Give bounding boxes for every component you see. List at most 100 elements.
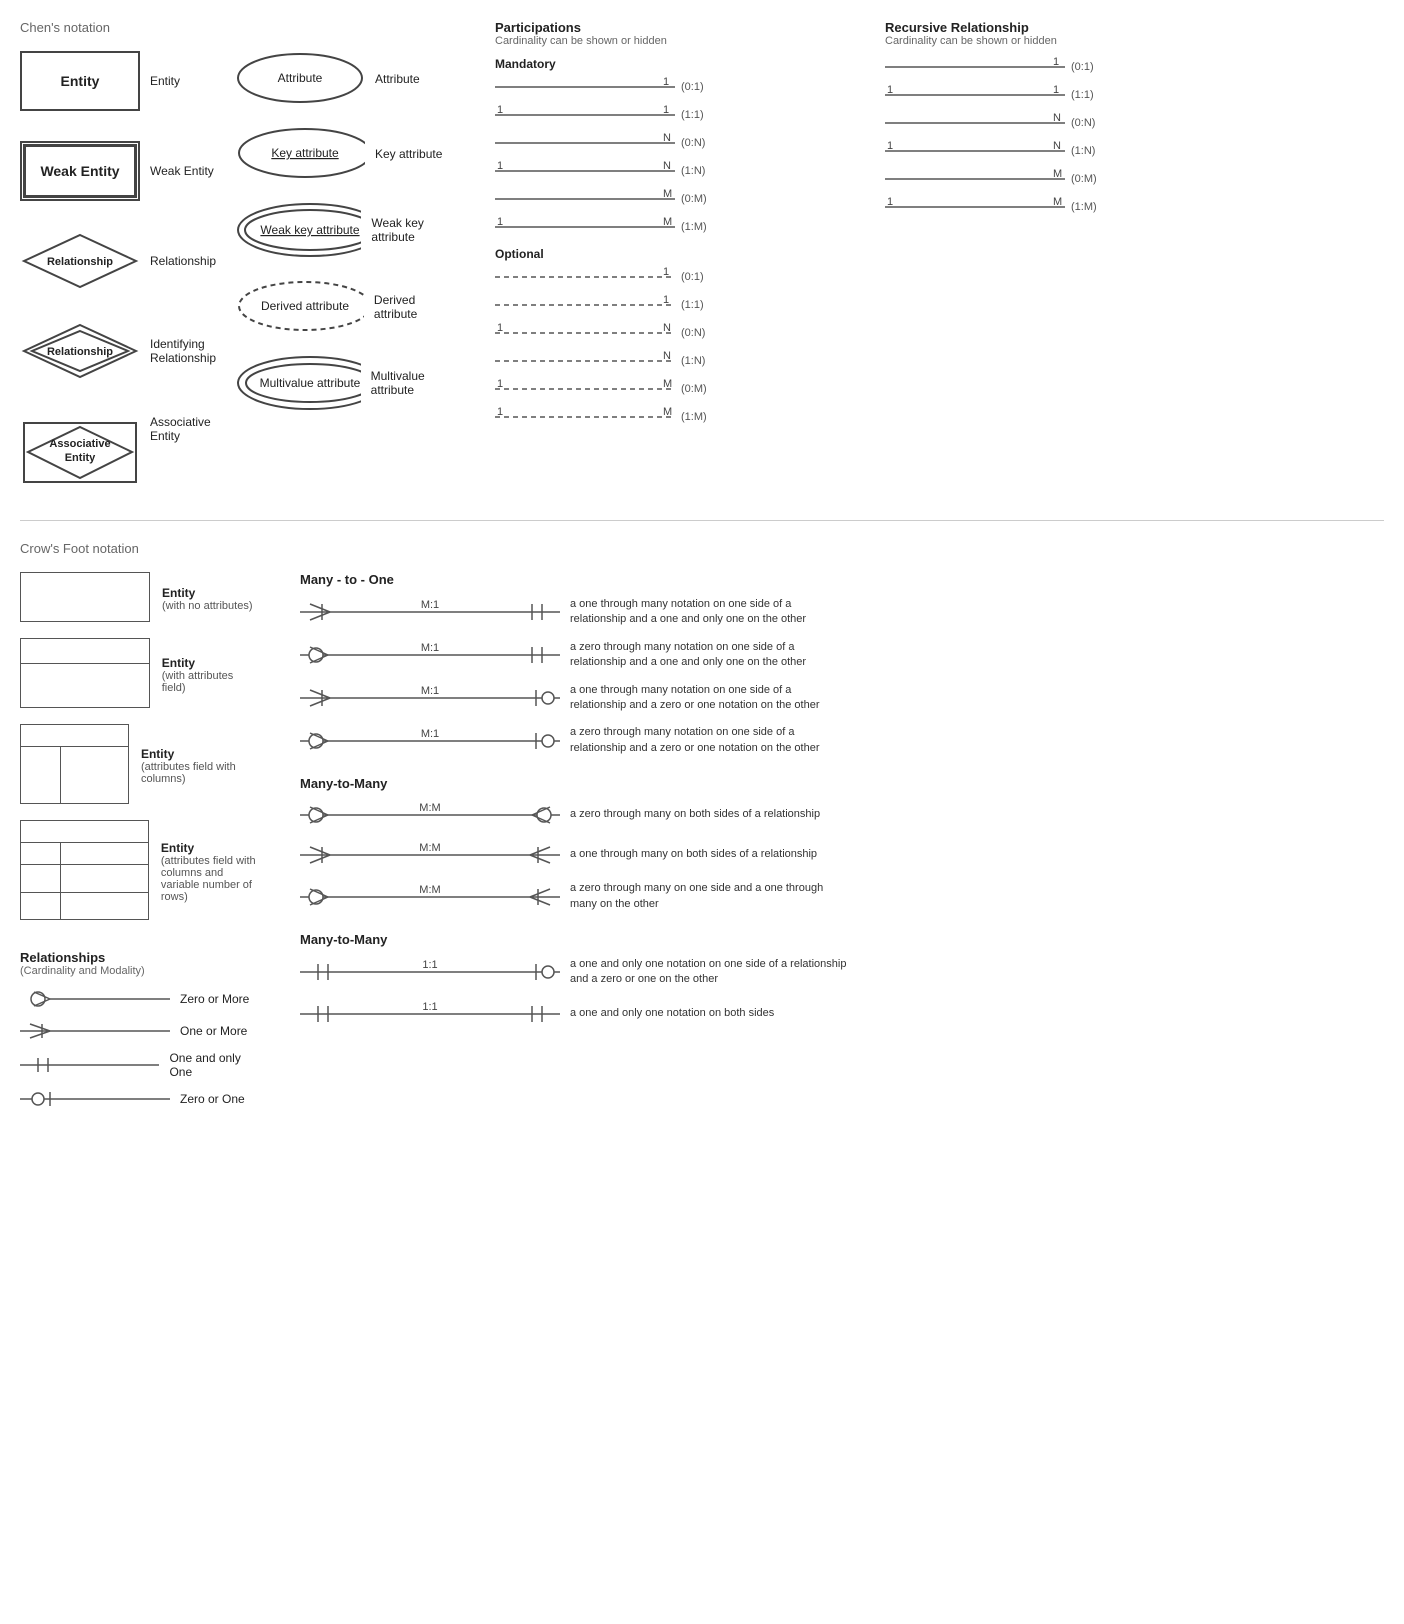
svg-text:1: 1 (497, 105, 503, 116)
svg-text:Attribute: Attribute (278, 71, 323, 85)
crows-foot-section: Crow's Foot notation Entity (with no att… (20, 541, 1384, 1119)
svg-text:M: M (1053, 169, 1062, 180)
cf-mm-sym-1: M:M (300, 841, 560, 869)
key-attribute-row: Key attribute Key attribute (235, 126, 455, 181)
rl-zero-more-label: Zero or More (180, 992, 249, 1006)
rl-zero-one-label: Zero or One (180, 1092, 245, 1106)
chen-and-participations: Chen's notation Entity Entity (20, 20, 1384, 500)
cf-entity-cols-sublabel: (attributes field with columns) (141, 761, 260, 785)
weak-entity-label: Weak Entity (40, 163, 119, 179)
recursive-card-4: (0:M) (1071, 173, 1097, 185)
optional-label: Optional (495, 247, 855, 261)
section-divider (20, 520, 1384, 521)
cf-mm-sym-2: M:M (300, 883, 560, 911)
cf-entity-varrows-subheader (21, 843, 148, 865)
crows-title: Crow's Foot notation (20, 541, 1384, 556)
cf-entity-varrows-shape (20, 820, 149, 920)
rl-one-more-sym (20, 1019, 170, 1043)
part-line-mandatory-0-n: N (495, 133, 675, 153)
one-to-one-section: Many-to-Many 1:1 (300, 932, 1384, 1028)
derived-attribute-row: Derived attribute Derived attribute (235, 279, 455, 334)
entity-desc: Entity (150, 74, 230, 88)
cf-var-row-2 (21, 892, 148, 920)
cf-m1-desc-2: a one through many notation on one side … (570, 683, 850, 714)
part-line-optional-0-1: 1 (495, 267, 675, 287)
recursive-row-3: 1 N (1:N) (885, 141, 1165, 161)
cf-entity-attrs-body (21, 664, 149, 707)
svg-text:Multivalue attribute: Multivalue attribute (260, 376, 361, 390)
cf-11-sym-0: 1:1 (300, 958, 560, 986)
svg-text:1: 1 (663, 77, 669, 88)
svg-text:N: N (663, 161, 671, 172)
attribute-desc: Attribute (375, 72, 455, 86)
svg-text:Associative: Associative (49, 438, 110, 450)
relationship-row: Relationship Relationship (20, 231, 205, 291)
rels-legend-sub: (Cardinality and Modality) (20, 965, 260, 977)
multivalue-attribute-desc: Multivalue attribute (371, 369, 455, 397)
identifying-relationship-shape: Relationship (20, 321, 140, 381)
recursive-line-2: N (885, 113, 1065, 133)
part-cardinality-1-m: (1:M) (681, 221, 721, 233)
rl-one-one: One and only One (20, 1051, 260, 1079)
svg-text:Weak key attribute: Weak key attribute (260, 223, 359, 237)
cf-col-right (61, 747, 128, 803)
cf-entity-cols-shape (20, 724, 129, 804)
cf-m1-desc-3: a zero through many notation on one side… (570, 725, 850, 756)
many-to-many-section: Many-to-Many M:M (300, 776, 1384, 912)
svg-text:N: N (663, 133, 671, 144)
part-line-optional-0-m-2: 1 M (495, 379, 675, 399)
participations-subtitle: Cardinality can be shown or hidden (495, 35, 855, 47)
part-optional-0-n-2: 1 N (0:N) (495, 323, 855, 343)
weak-entity-desc: Weak Entity (150, 164, 230, 178)
svg-text:M:1: M:1 (421, 642, 439, 654)
part-cardinality-0-n: (0:N) (681, 137, 721, 149)
cf-var-header-left (21, 843, 61, 864)
part-line-mandatory-1-m: 1 M (495, 217, 675, 237)
attribute-row: Attribute Attribute (235, 51, 455, 106)
derived-attribute-desc: Derived attribute (374, 293, 455, 321)
cf-m1-sym-1: M:1 (300, 641, 560, 669)
recursive-title: Recursive Relationship (885, 20, 1165, 35)
recursive-row-5: 1 M (1:M) (885, 197, 1165, 217)
part-mandatory-1-m: 1 M (1:M) (495, 217, 855, 237)
cf-col-left (21, 747, 61, 803)
cf-var-row-1 (21, 865, 148, 892)
svg-text:1: 1 (887, 141, 893, 152)
recursive-line-4: M (885, 169, 1065, 189)
recursive-card-3: (1:N) (1071, 145, 1095, 157)
part-opt-cardinality-1-1: (1:1) (681, 299, 704, 311)
svg-text:Derived attribute: Derived attribute (261, 299, 349, 313)
svg-text:M:M: M:M (419, 802, 440, 814)
rl-one-one-sym (20, 1053, 159, 1077)
svg-text:1: 1 (497, 323, 503, 334)
part-mandatory-1-1: 1 1 (1:1) (495, 105, 855, 125)
svg-text:N: N (1053, 141, 1061, 152)
part-opt-cardinality-1-m: (1:M) (681, 411, 707, 423)
svg-text:1:1: 1:1 (422, 959, 437, 971)
cf-mm-desc-0: a zero through many on both sides of a r… (570, 807, 820, 822)
cf-mm-row-2: M:M a zero through many on one side and … (300, 881, 1384, 912)
many-to-one-section: Many - to - One M:1 (300, 572, 1384, 756)
cf-entity-cols-label: Entity (141, 747, 260, 761)
part-cardinality-1-n: (1:N) (681, 165, 721, 177)
part-optional-1-m-2: 1 M (1:M) (495, 407, 855, 427)
key-attribute-shape: Key attribute (235, 126, 365, 181)
rl-one-one-label: One and only One (169, 1051, 260, 1079)
cf-mm-desc-1: a one through many on both sides of a re… (570, 847, 817, 862)
chen-shapes-column: Entity Entity Weak Entity Weak Entity (20, 51, 205, 500)
cf-entity-attrs-sublabel: (with attributes field) (162, 670, 260, 694)
part-opt-cardinality-0-m: (0:M) (681, 383, 707, 395)
svg-text:Entity: Entity (65, 452, 96, 464)
cf-var-row-1-left (21, 865, 61, 892)
part-line-optional-1-m-2: 1 M (495, 407, 675, 427)
recursive-card-1: (1:1) (1071, 89, 1094, 101)
recursive-card-5: (1:M) (1071, 201, 1097, 213)
part-cardinality-0-m: (0:M) (681, 193, 721, 205)
recursive-line-3: 1 N (885, 141, 1065, 161)
svg-text:1: 1 (1053, 85, 1059, 96)
part-optional-1-n-2: N (1:N) (495, 351, 855, 371)
svg-text:1: 1 (497, 161, 503, 172)
chen-attributes-column: Attribute Attribute Key attribute Key at… (235, 51, 455, 500)
multivalue-attribute-row: Multivalue attribute Multivalue attribut… (235, 354, 455, 412)
cf-m1-row-1: M:1 a zero through many notation on one … (300, 640, 1384, 671)
